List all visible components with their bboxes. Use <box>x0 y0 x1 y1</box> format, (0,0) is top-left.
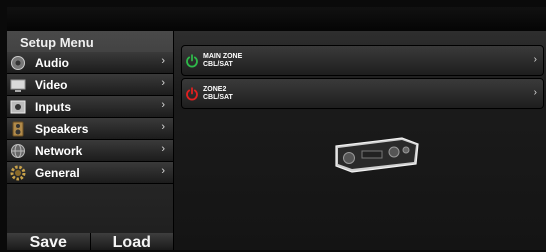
chevron-right-icon: › <box>161 55 165 67</box>
sidebar-actions: Save Load <box>7 233 173 251</box>
menu-item-label: Inputs <box>35 99 71 114</box>
setup-menu: Audio › Video › Inputs › Speakers › Netw… <box>7 52 173 184</box>
globe-icon <box>10 143 26 159</box>
chevron-right-icon: › <box>533 87 537 98</box>
sidebar: Setup Menu Audio › Video › Inputs › Spea… <box>7 31 174 251</box>
zone-text: ZONE2 CBL/SAT <box>203 86 233 102</box>
gear-icon <box>10 165 26 181</box>
menu-item-label: General <box>35 165 80 180</box>
input-icon <box>10 99 26 115</box>
sidebar-title: Setup Menu <box>20 35 94 50</box>
menu-item-inputs[interactable]: Inputs › <box>7 96 173 118</box>
chevron-right-icon: › <box>161 99 165 111</box>
load-button[interactable]: Load <box>89 233 173 251</box>
monitor-icon <box>10 77 26 93</box>
menu-item-video[interactable]: Video › <box>7 74 173 96</box>
menu-item-label: Video <box>35 77 68 92</box>
power-icon <box>186 86 198 100</box>
menu-item-network[interactable]: Network › <box>7 140 173 162</box>
zone-main-zone[interactable]: MAIN ZONE CBL/SAT › <box>181 45 544 76</box>
title-bar <box>7 7 546 31</box>
av-receiver-icon <box>335 137 419 173</box>
zone-name: MAIN ZONE <box>203 52 243 60</box>
chevron-right-icon: › <box>161 121 165 133</box>
menu-item-label: Speakers <box>35 121 89 136</box>
zone-source: CBL/SAT <box>203 93 233 101</box>
chevron-right-icon: › <box>161 77 165 89</box>
menu-item-label: Network <box>35 143 83 158</box>
menu-item-label: Audio <box>35 55 69 70</box>
main-panel: MAIN ZONE CBL/SAT › ZONE2 CBL/SAT › <box>174 31 546 250</box>
menu-item-audio[interactable]: Audio › <box>7 52 173 74</box>
zone-text: MAIN ZONE CBL/SAT <box>203 53 242 69</box>
chevron-right-icon: › <box>533 54 537 65</box>
chevron-right-icon: › <box>161 143 165 155</box>
zone-source: CBL/SAT <box>203 60 233 68</box>
chevron-right-icon: › <box>161 165 165 177</box>
menu-item-speakers[interactable]: Speakers › <box>7 118 173 140</box>
speaker-icon <box>10 55 26 71</box>
zone-name: ZONE2 <box>203 85 227 93</box>
speaker-box-icon <box>10 121 26 137</box>
save-button[interactable]: Save <box>7 233 90 251</box>
zone-zone2[interactable]: ZONE2 CBL/SAT › <box>181 78 544 109</box>
menu-item-general[interactable]: General › <box>7 162 173 184</box>
power-icon <box>186 53 198 67</box>
